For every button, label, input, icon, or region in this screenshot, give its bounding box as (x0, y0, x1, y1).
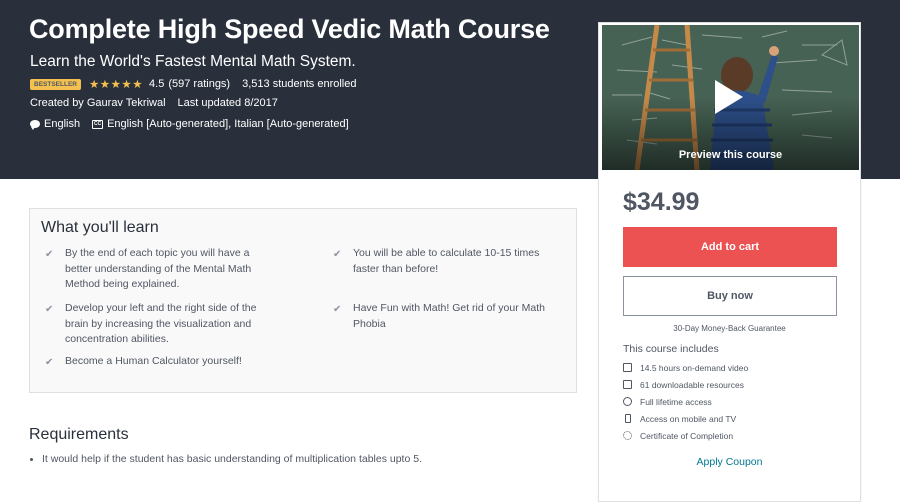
mobile-icon (624, 414, 631, 423)
includes-title: This course includes (623, 343, 719, 355)
created-by[interactable]: Created by Gaurav Tekriwal (30, 97, 166, 109)
check-icon: ✔ (45, 249, 54, 260)
course-captions: English [Auto-generated], Italian [Auto-… (107, 118, 349, 130)
learn-item: ✔ Become a Human Calculator yourself! (42, 354, 267, 370)
file-icon (623, 380, 632, 389)
closed-captions-icon: CC (92, 119, 104, 129)
what-you-learn-box: What you'll learn ✔ By the end of each t… (29, 208, 577, 393)
include-item-lifetime: Full lifetime access (623, 393, 748, 410)
requirements-title: Requirements (29, 426, 129, 443)
learn-title: What you'll learn (41, 219, 159, 236)
rating-row: BESTSELLER ★★★★★ 4.5 (597 ratings) 3,513… (30, 77, 356, 91)
purchase-card: Preview this course $34.99 Add to cart B… (598, 22, 861, 502)
author-row: Created by Gaurav Tekriwal Last updated … (30, 97, 278, 109)
course-language: English (44, 118, 81, 130)
learn-item: ✔ Have Fun with Math! Get rid of your Ma… (333, 302, 545, 330)
include-item-resources: 61 downloadable resources (623, 376, 748, 393)
ratings-count-link[interactable]: (597 ratings) (168, 78, 230, 90)
add-to-cart-button[interactable]: Add to cart (623, 227, 837, 267)
apply-coupon-link[interactable]: Apply Coupon (599, 456, 860, 468)
check-icon: ✔ (45, 304, 54, 315)
learn-item: ✔ You will be able to calculate 10-15 ti… (333, 247, 540, 275)
course-title: Complete High Speed Vedic Math Course (29, 14, 550, 44)
infinity-icon (623, 397, 632, 406)
check-icon: ✔ (333, 249, 342, 260)
include-item-video: 14.5 hours on-demand video (623, 359, 748, 376)
include-item-certificate: Certificate of Completion (623, 427, 748, 444)
star-rating-icon: ★★★★★ (88, 79, 144, 91)
play-icon[interactable] (715, 80, 743, 114)
course-subtitle: Learn the World's Fastest Mental Math Sy… (30, 53, 356, 70)
course-price: $34.99 (623, 188, 700, 216)
buy-now-button[interactable]: Buy now (623, 276, 837, 316)
speech-bubble-icon (30, 120, 40, 130)
video-icon (623, 363, 632, 372)
bestseller-badge: BESTSELLER (30, 78, 81, 90)
language-row: English CC English [Auto-generated], Ita… (30, 118, 349, 130)
learn-item: ✔ Develop your left and the right side o… (45, 302, 257, 345)
requirement-item: It would help if the student has basic u… (30, 453, 422, 465)
preview-video[interactable]: Preview this course (602, 25, 859, 170)
preview-label[interactable]: Preview this course (602, 149, 859, 161)
check-icon: ✔ (45, 357, 54, 368)
last-updated: Last updated 8/2017 (177, 97, 278, 109)
check-icon: ✔ (333, 304, 342, 315)
include-item-mobile: Access on mobile and TV (623, 410, 748, 427)
learn-item: ✔ By the end of each topic you will have… (45, 247, 252, 290)
certificate-icon (623, 431, 632, 440)
includes-list: 14.5 hours on-demand video 61 downloadab… (623, 359, 748, 444)
enrolled-count: 3,513 students enrolled (242, 78, 357, 90)
rating-value: 4.5 (149, 78, 165, 90)
bullet-icon (30, 457, 33, 461)
money-back-guarantee: 30-Day Money-Back Guarantee (673, 324, 786, 333)
